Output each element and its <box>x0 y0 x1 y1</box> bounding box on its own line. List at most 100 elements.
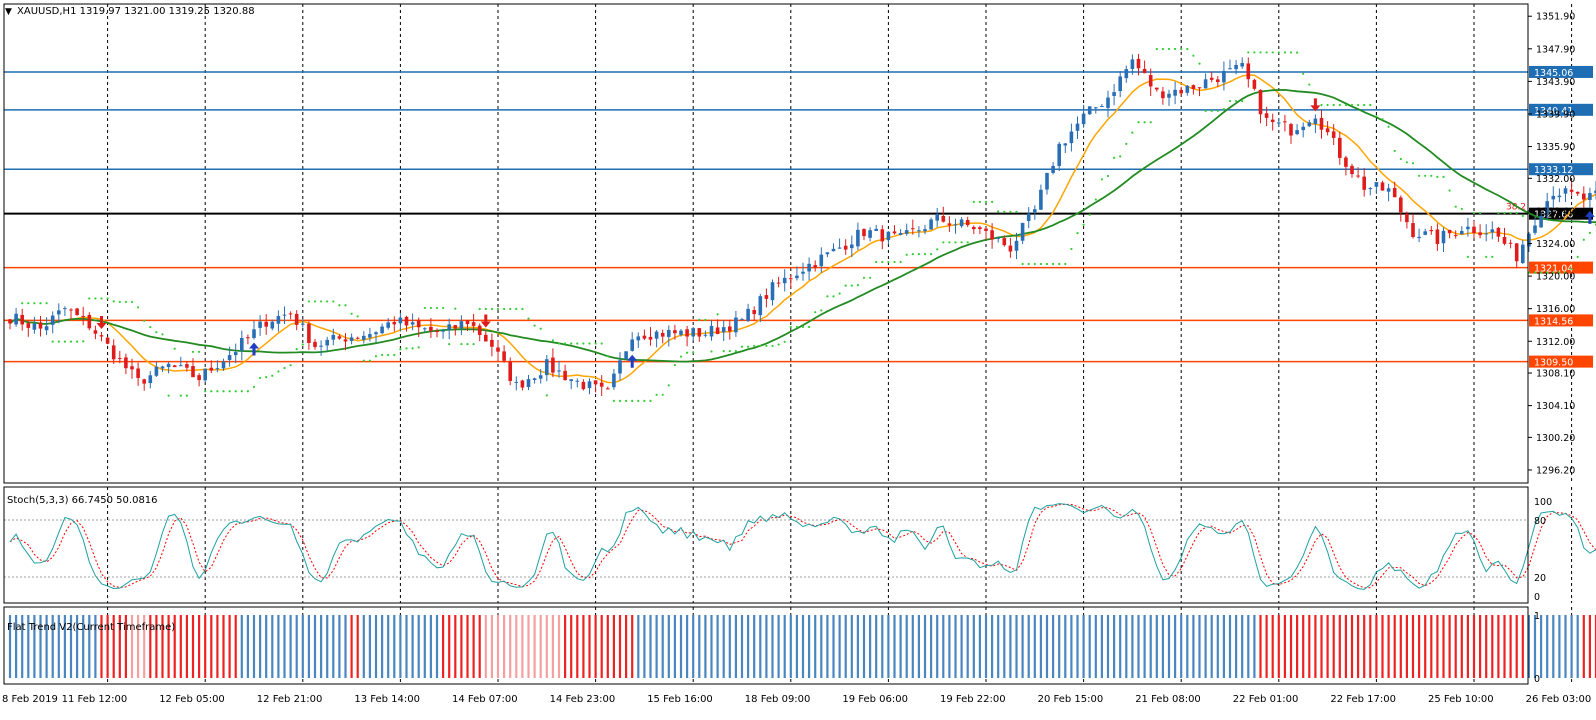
sar-dot <box>972 200 975 204</box>
candle-body <box>368 334 372 338</box>
sar-dot <box>1582 238 1585 241</box>
sar-dot <box>423 306 426 310</box>
candle-body <box>1301 126 1305 131</box>
candle-body <box>1392 187 1397 198</box>
candle-body <box>1569 189 1574 192</box>
sar-dot <box>490 307 493 311</box>
sar-dot <box>228 390 231 393</box>
candle-body <box>1277 122 1281 124</box>
candle-body <box>246 337 250 339</box>
candle-body <box>124 357 128 369</box>
sar-dot <box>387 353 390 357</box>
candle-body <box>392 322 397 325</box>
candle-body <box>972 226 976 230</box>
candle-body <box>1252 79 1257 89</box>
candle-body <box>1441 230 1446 244</box>
candle-body <box>630 339 634 351</box>
sar-dot <box>362 359 365 362</box>
x-tick-label: 19 Feb 06:00 <box>842 694 908 705</box>
candle-body <box>270 321 275 329</box>
candle-body <box>532 378 537 380</box>
sar-dot <box>1418 174 1421 177</box>
candle-body <box>1240 63 1244 67</box>
candle-body <box>1325 128 1330 133</box>
candle-body <box>1081 113 1086 125</box>
candle-body <box>935 214 939 221</box>
candle-body <box>57 310 61 315</box>
sar-dot <box>1308 83 1311 86</box>
sar-dot <box>521 307 524 311</box>
candle-body <box>185 364 189 368</box>
sar-dot <box>265 376 268 379</box>
candle-body <box>1234 64 1238 70</box>
sar-dot <box>381 353 384 357</box>
sar-dot <box>716 313 719 316</box>
x-tick-label: 20 Feb 15:00 <box>1038 694 1104 705</box>
candle-body <box>1057 143 1061 166</box>
sar-dot <box>966 241 969 244</box>
candle-body <box>1429 230 1434 232</box>
sar-dot <box>332 300 335 303</box>
sar-dot <box>673 363 677 367</box>
x-tick-label: 21 Feb 08:00 <box>1135 694 1201 705</box>
candle-body <box>502 351 506 361</box>
candle-body <box>240 337 244 351</box>
candle-body <box>917 230 921 232</box>
sar-dot <box>1235 99 1238 103</box>
sar-dot <box>1021 262 1024 266</box>
candle-body <box>313 341 317 348</box>
sar-dot <box>1009 210 1012 214</box>
sar-dot <box>618 399 622 402</box>
candle-body <box>1386 188 1391 192</box>
sar-dot <box>625 399 628 402</box>
candle <box>1252 78 1257 91</box>
x-tick-label: 26 Feb 03:00 <box>1526 694 1592 705</box>
sar-dot <box>557 342 561 345</box>
chart-canvas[interactable]: 1345.061340.411333.121327.6638.21321.041… <box>0 0 1596 716</box>
candle-body <box>233 352 238 356</box>
candle-body <box>1136 58 1141 69</box>
sar-dot <box>149 326 152 329</box>
sar-dot <box>356 315 359 318</box>
sar-dot <box>710 350 713 353</box>
candle-body <box>1173 89 1177 96</box>
candle-body <box>886 231 891 241</box>
sar-dot <box>1222 107 1225 111</box>
x-tick-label: 22 Feb 01:00 <box>1233 694 1299 705</box>
sar-dot <box>167 394 170 397</box>
sar-dot <box>954 241 957 244</box>
candle-body <box>1106 97 1110 108</box>
y-tick-label: 1332.00 <box>1536 174 1575 185</box>
sar-dot <box>923 253 927 256</box>
candle-body <box>752 310 756 315</box>
candle-body <box>294 313 299 325</box>
candle-body <box>252 329 256 338</box>
sar-dot <box>466 342 469 346</box>
sar-dot <box>179 394 182 397</box>
sar-dot <box>1289 51 1293 54</box>
sar-dot <box>1100 178 1103 181</box>
sar-dot <box>1198 62 1201 65</box>
candle-body <box>526 379 531 388</box>
sar-dot <box>399 348 402 351</box>
sar-dot <box>411 347 414 350</box>
menu-glyph[interactable]: ▼ <box>5 7 12 17</box>
sar-dot <box>515 307 518 311</box>
candle-body <box>715 327 720 335</box>
symbol-header: XAUUSD,H1 1319.97 1321.00 1319.25 1320.8… <box>17 6 255 17</box>
candle-body <box>1380 182 1385 191</box>
x-tick-label: 13 Feb 14:00 <box>354 694 420 705</box>
sar-dot <box>405 347 408 350</box>
sar-dot <box>161 333 164 336</box>
candle-body <box>575 380 580 382</box>
candle-body <box>227 355 232 360</box>
candle-body <box>258 321 262 328</box>
chart-window[interactable]: 1345.06 1340.41 1333.12 1327.66 38.2 1321.04 1… <box>0 0 1596 720</box>
candle-body <box>160 366 165 369</box>
candle-body <box>349 337 354 341</box>
candle-body <box>734 317 738 333</box>
candle-body <box>825 252 830 255</box>
candle-body <box>447 324 451 330</box>
candle-body <box>1478 232 1482 236</box>
candle-body <box>1148 75 1153 87</box>
